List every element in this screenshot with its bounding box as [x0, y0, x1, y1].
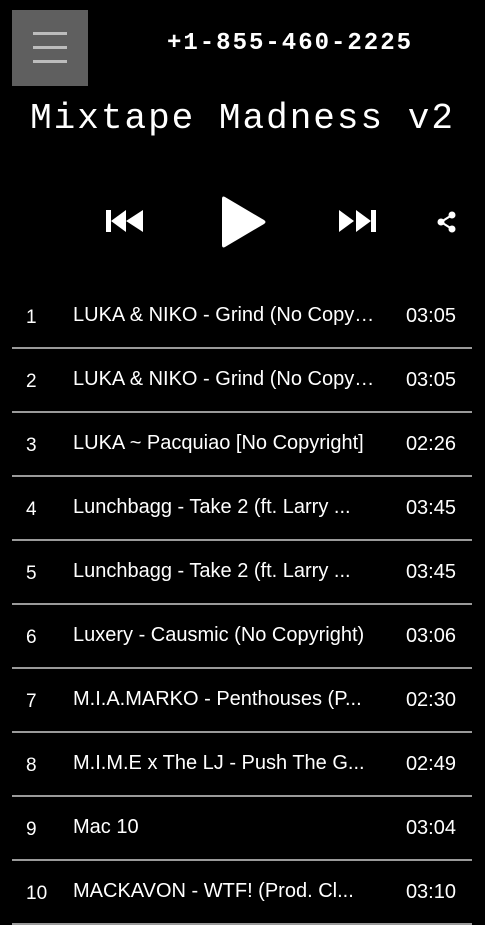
track-row[interactable]: 7 M.I.A.MARKO - Penthouses (P... 02:30 — [12, 669, 472, 733]
track-number: 1 — [26, 307, 37, 328]
track-list: 1 LUKA & NIKO - Grind (No Copyright) 03:… — [12, 285, 472, 925]
track-title: Lunchbagg - Take 2 (ft. Larry ... — [73, 496, 351, 518]
track-number: 6 — [26, 627, 37, 648]
track-duration: 03:05 — [405, 305, 456, 327]
track-number: 4 — [26, 499, 37, 520]
track-title: LUKA & NIKO - Grind (No Copyright) — [73, 368, 378, 390]
track-number: 8 — [26, 755, 37, 776]
track-duration: 03:06 — [405, 625, 456, 647]
track-duration: 02:30 — [405, 689, 456, 711]
previous-track-button[interactable] — [104, 206, 146, 236]
app-title: Mixtape Madness v2 — [30, 98, 455, 139]
menu-button[interactable] — [12, 10, 88, 86]
track-duration: 03:10 — [405, 881, 456, 903]
phone-number-link[interactable]: +1-855-460-2225 — [140, 30, 440, 57]
track-duration: 02:26 — [405, 433, 456, 455]
track-row[interactable]: 10 MACKAVON - WTF! (Prod. Cl... 03:10 — [12, 861, 472, 925]
track-duration: 03:04 — [405, 817, 456, 839]
track-row[interactable]: 6 Luxery - Causmic (No Copyright) 03:06 — [12, 605, 472, 669]
next-track-button[interactable] — [336, 206, 378, 236]
track-title: M.I.M.E x The LJ - Push The G... — [73, 752, 365, 774]
track-row[interactable]: 8 M.I.M.E x The LJ - Push The G... 02:49 — [12, 733, 472, 797]
share-icon — [437, 211, 456, 233]
track-row[interactable]: 4 Lunchbagg - Take 2 (ft. Larry ... 03:4… — [12, 477, 472, 541]
track-number: 10 — [26, 883, 48, 904]
track-number: 7 — [26, 691, 37, 712]
track-number: 3 — [26, 435, 37, 456]
track-number: 2 — [26, 371, 37, 392]
track-title: M.I.A.MARKO - Penthouses (P... — [73, 688, 362, 710]
track-duration: 03:05 — [405, 369, 456, 391]
track-number: 9 — [26, 819, 37, 840]
share-button[interactable] — [436, 211, 458, 233]
skip-previous-icon — [106, 210, 143, 232]
track-title: Luxery - Causmic (No Copyright) — [73, 624, 365, 646]
track-row[interactable]: 3 LUKA ~ Pacquiao [No Copyright] 02:26 — [12, 413, 472, 477]
track-duration: 02:49 — [405, 753, 456, 775]
track-row[interactable]: 9 Mac 10 03:04 — [12, 797, 472, 861]
play-button[interactable] — [219, 193, 269, 251]
skip-next-icon — [339, 210, 376, 232]
track-row[interactable]: 2 LUKA & NIKO - Grind (No Copyright) 03:… — [12, 349, 472, 413]
track-row[interactable]: 1 LUKA & NIKO - Grind (No Copyright) 03:… — [12, 285, 472, 349]
track-number: 5 — [26, 563, 37, 584]
track-duration: 03:45 — [405, 497, 456, 519]
track-title: LUKA & NIKO - Grind (No Copyright) — [73, 304, 378, 326]
track-title: LUKA ~ Pacquiao [No Copyright] — [73, 432, 364, 454]
track-title: Lunchbagg - Take 2 (ft. Larry ... — [73, 560, 351, 582]
track-duration: 03:45 — [405, 561, 456, 583]
play-icon — [222, 196, 266, 248]
track-row[interactable]: 5 Lunchbagg - Take 2 (ft. Larry ... 03:4… — [12, 541, 472, 605]
track-title: Mac 10 — [73, 816, 139, 838]
